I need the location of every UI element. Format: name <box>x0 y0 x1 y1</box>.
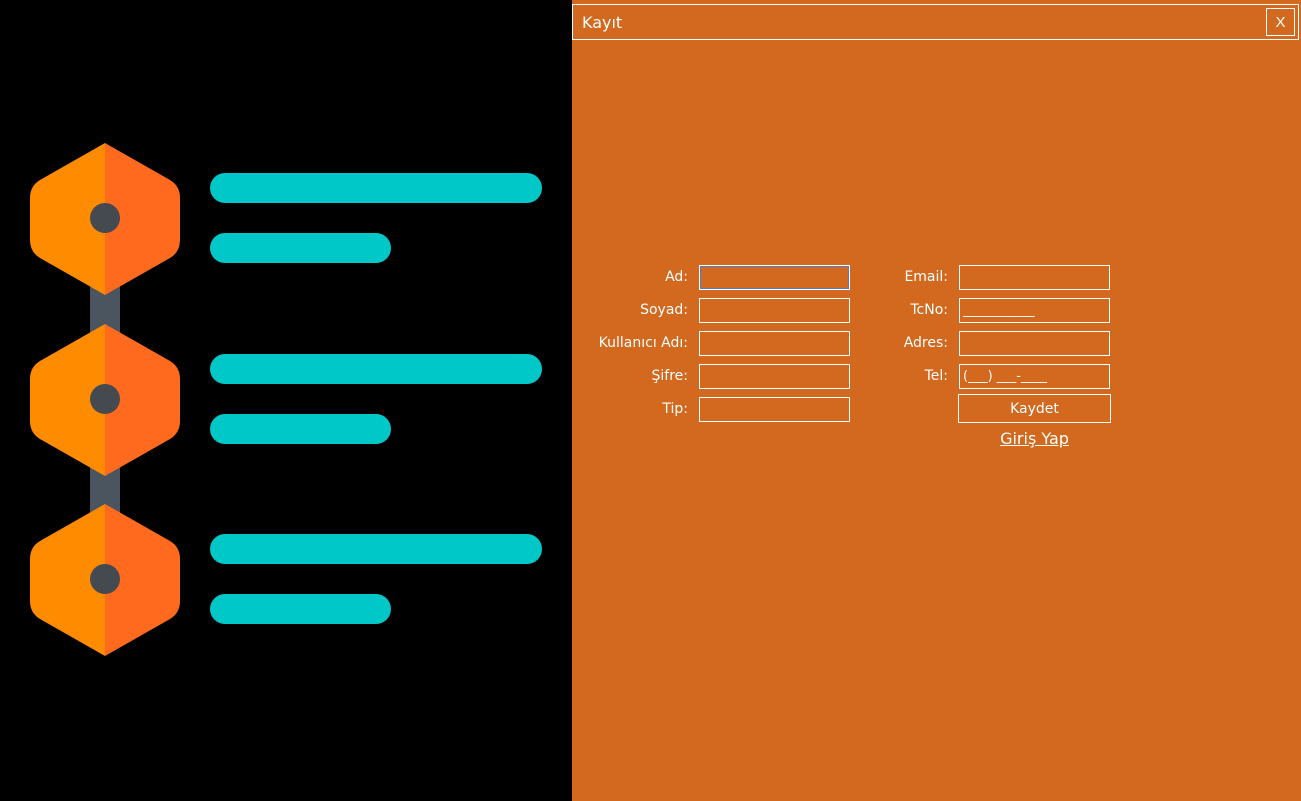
type-label: Tip: <box>662 401 688 417</box>
bar-short-1 <box>210 233 391 263</box>
bar-short-2 <box>210 414 391 444</box>
address-input[interactable] <box>959 331 1110 356</box>
bar-long-3 <box>210 534 542 564</box>
email-input[interactable] <box>959 265 1110 290</box>
hexagon-icon-1 <box>30 143 180 295</box>
password-label: Şifre: <box>651 368 688 384</box>
timeline-illustration <box>30 143 542 656</box>
registration-panel: Kayıt X Ad: Soyad: Kullanıcı Adı: Şifre:… <box>572 0 1301 801</box>
tc-no-input[interactable] <box>959 298 1110 323</box>
username-label: Kullanıcı Adı: <box>598 335 688 351</box>
hexagon-icon-2 <box>30 324 180 476</box>
bar-long-2 <box>210 354 542 384</box>
bar-long-1 <box>210 173 542 203</box>
type-input[interactable] <box>699 397 850 422</box>
first-name-label: Ad: <box>665 269 688 285</box>
phone-label: Tel: <box>924 368 948 384</box>
close-button[interactable]: X <box>1266 8 1295 36</box>
last-name-label: Soyad: <box>640 302 688 318</box>
login-link[interactable]: Giriş Yap <box>958 429 1111 448</box>
bar-short-3 <box>210 594 391 624</box>
hexagon-icon-3 <box>30 504 180 656</box>
email-label: Email: <box>904 269 948 285</box>
title-bar: Kayıt X <box>572 4 1299 40</box>
illustration-panel <box>0 0 572 801</box>
window-title: Kayıt <box>582 13 623 32</box>
address-label: Adres: <box>903 335 948 351</box>
tc-no-label: TcNo: <box>910 302 948 318</box>
phone-input[interactable] <box>959 364 1110 389</box>
save-button[interactable]: Kaydet <box>958 394 1111 423</box>
